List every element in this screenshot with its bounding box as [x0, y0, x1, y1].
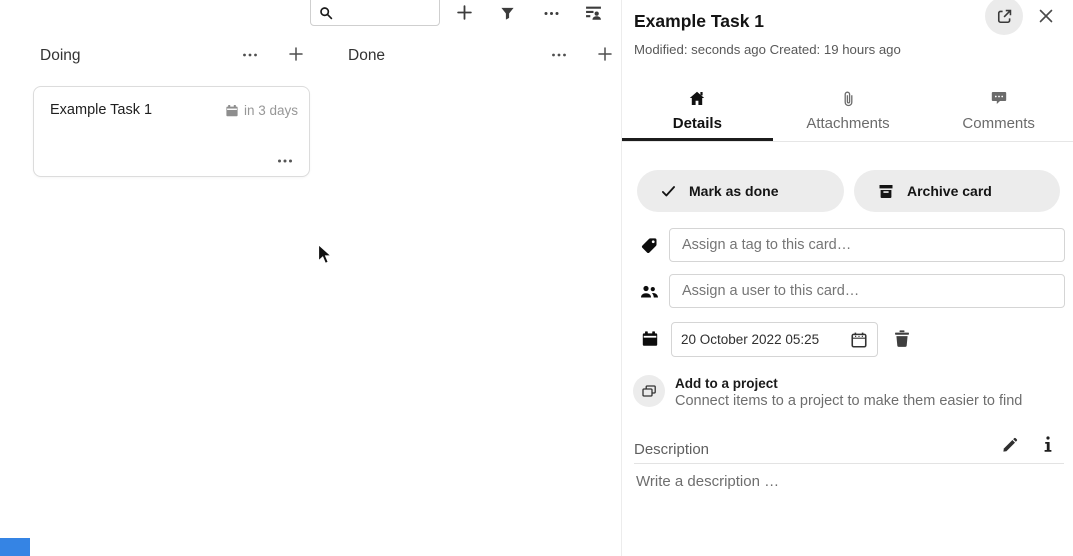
search-icon [319, 6, 333, 20]
plus-icon [288, 46, 304, 62]
add-to-project-row[interactable]: Add to a project Connect items to a proj… [633, 375, 1063, 409]
info-icon[interactable] [1043, 436, 1053, 453]
panel-card-title: Example Task 1 [634, 11, 764, 32]
column-doing-more-button[interactable] [242, 50, 258, 60]
paperclip-icon [842, 91, 854, 106]
archive-card-label: Archive card [907, 183, 992, 199]
card-due-badge: in 3 days [225, 103, 298, 118]
description-label: Description [634, 441, 709, 458]
column-doing-add-card-button[interactable] [288, 46, 304, 62]
pencil-icon [1002, 437, 1018, 453]
funnel-icon [500, 6, 515, 21]
ellipsis-icon [551, 50, 567, 60]
card-title: Example Task 1 [50, 102, 152, 118]
external-link-icon [996, 8, 1013, 25]
close-icon [1038, 8, 1054, 24]
mark-as-done-button[interactable]: Mark as done [637, 170, 844, 212]
ellipsis-icon [277, 156, 293, 166]
edit-description-button[interactable] [1002, 437, 1018, 453]
card-actions: Mark as done Archive card [637, 170, 1060, 212]
close-panel-button[interactable] [1038, 8, 1054, 24]
ellipsis-icon [543, 6, 560, 21]
panel-tabs: Details Attachments Comments [622, 85, 1073, 142]
calendar-icon [641, 330, 659, 348]
list-person-icon [585, 4, 602, 21]
plus-icon [597, 46, 613, 62]
projects-icon [633, 375, 665, 407]
trash-icon [893, 329, 911, 348]
plus-icon [456, 4, 473, 21]
add-to-project-text: Add to a project Connect items to a proj… [675, 375, 1022, 409]
due-date-input[interactable] [681, 332, 850, 347]
column-done-add-card-button[interactable] [597, 46, 613, 62]
mouse-cursor-icon [317, 243, 335, 267]
assigned-cards-button[interactable] [585, 4, 602, 21]
column-title-doing: Doing [40, 47, 81, 65]
calendar-outline-icon [850, 331, 868, 349]
board-more-button[interactable] [543, 6, 560, 21]
filter-button[interactable] [500, 6, 515, 21]
tab-attachments[interactable]: Attachments [773, 85, 924, 141]
archive-card-button[interactable]: Archive card [854, 170, 1060, 212]
remove-due-date-button[interactable] [893, 329, 911, 348]
description-placeholder[interactable]: Write a description … [636, 473, 779, 490]
tab-details[interactable]: Details [622, 85, 773, 141]
users-icon [640, 283, 659, 300]
column-done-more-button[interactable] [551, 50, 567, 60]
description-divider [634, 463, 1064, 464]
comment-icon [991, 91, 1007, 106]
add-button[interactable] [456, 4, 473, 21]
column-title-done: Done [348, 47, 385, 65]
tab-attachments-label: Attachments [806, 115, 889, 132]
archive-icon [878, 184, 894, 199]
date-picker-button[interactable] [850, 331, 868, 349]
tab-comments-label: Comments [962, 115, 1035, 132]
card-more-button[interactable] [277, 156, 293, 166]
card-details-panel: Example Task 1 Modified: seconds ago Cre… [621, 0, 1073, 556]
search-input[interactable] [339, 5, 431, 20]
search-box[interactable] [310, 0, 440, 26]
home-icon [689, 91, 705, 106]
add-to-project-subtitle: Connect items to a project to make them … [675, 393, 1022, 409]
assign-user-input[interactable] [669, 274, 1065, 308]
tag-icon [641, 237, 658, 254]
card-example-task-1[interactable]: Example Task 1 in 3 days [33, 86, 310, 177]
card-due-label: in 3 days [244, 103, 298, 118]
mark-as-done-label: Mark as done [689, 183, 778, 199]
tab-details-label: Details [673, 115, 722, 132]
detach-panel-button[interactable] [985, 0, 1023, 35]
assign-tag-input[interactable] [669, 228, 1065, 262]
background-window-fragment [0, 538, 30, 556]
check-icon [661, 185, 676, 198]
panel-card-meta: Modified: seconds ago Created: 19 hours … [634, 42, 901, 57]
due-date-field[interactable] [671, 322, 878, 357]
add-to-project-title: Add to a project [675, 375, 1022, 391]
ellipsis-icon [242, 50, 258, 60]
deck-app-window: Doing Done Example Task 1 in 3 days [0, 0, 1073, 556]
calendar-icon [225, 104, 239, 118]
tab-comments[interactable]: Comments [923, 85, 1073, 141]
